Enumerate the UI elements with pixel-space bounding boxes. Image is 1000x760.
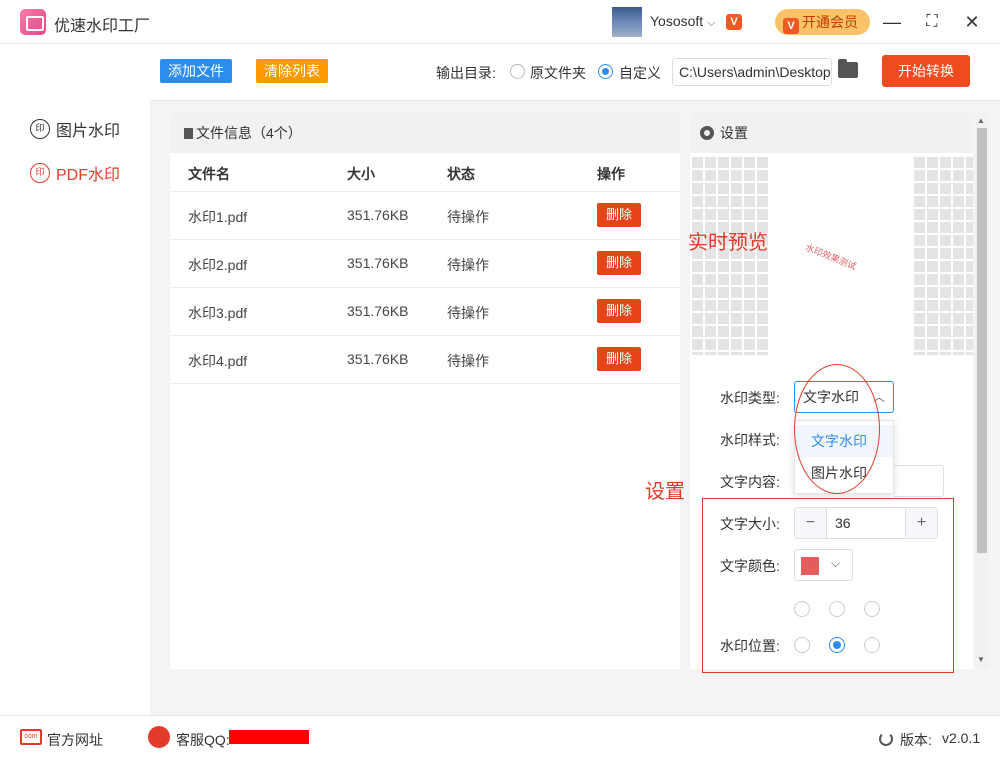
annotation-preview: 实时预览: [688, 232, 768, 254]
vip-badge-icon: V: [726, 14, 742, 30]
clear-list-button[interactable]: 清除列表: [256, 59, 328, 83]
vip-label: 开通会员: [802, 14, 858, 30]
image-watermark-icon: 印: [30, 119, 50, 139]
preview-background-right: [912, 155, 973, 355]
option-custom-label[interactable]: 自定义: [619, 63, 661, 83]
file-panel: [170, 113, 680, 669]
close-button[interactable]: ✕: [960, 10, 984, 34]
annotation-settings: 设置: [645, 481, 685, 503]
version-label: 版本:: [900, 732, 932, 748]
text-content-label: 文字内容:: [720, 474, 780, 490]
column-header-action: 操作: [597, 166, 625, 182]
divider: [170, 335, 680, 336]
file-size: 351.76KB: [347, 303, 409, 319]
refresh-icon[interactable]: [879, 732, 893, 746]
file-panel-header: 文件信息（4个）: [170, 113, 680, 153]
avatar[interactable]: [612, 7, 642, 37]
settings-header: 设置: [690, 113, 973, 153]
option-original-label[interactable]: 原文件夹: [530, 63, 586, 83]
document-icon: [184, 128, 193, 139]
annotation-ellipse: [794, 364, 880, 494]
column-header-size: 大小: [347, 166, 375, 182]
vip-icon: V: [783, 18, 799, 34]
sidebar-item-label: 图片水印: [56, 123, 121, 140]
file-name: 水印2.pdf: [188, 257, 248, 273]
file-status: 待操作: [447, 257, 489, 273]
output-dir-label: 输出目录:: [436, 65, 496, 81]
settings-title: 设置: [720, 125, 748, 141]
delete-button[interactable]: 删除: [597, 203, 641, 227]
website-icon[interactable]: com: [20, 729, 42, 745]
divider: [170, 287, 680, 288]
watermark-type-label: 水印类型:: [720, 390, 780, 406]
redacted-qq-number: [229, 730, 309, 744]
preview-background-left: [690, 155, 768, 355]
radio-original-folder[interactable]: [510, 64, 525, 79]
annotation-box: [702, 498, 954, 673]
vip-button[interactable]: V 开通会员: [775, 9, 870, 35]
username-label: Yososoft: [650, 13, 704, 29]
sidebar-item-pdf-watermark[interactable]: 印 PDF水印: [30, 161, 120, 185]
column-header-status: 状态: [447, 166, 475, 182]
scrollbar-thumb[interactable]: [977, 128, 987, 553]
file-size: 351.76KB: [347, 207, 409, 223]
scroll-up-icon[interactable]: ▲: [977, 116, 985, 125]
delete-button[interactable]: 删除: [597, 347, 641, 371]
radio-custom-folder[interactable]: [598, 64, 613, 79]
website-link[interactable]: 官方网址: [47, 730, 103, 750]
divider: [170, 191, 680, 192]
gear-icon: [700, 126, 714, 140]
text-content-input[interactable]: [894, 465, 944, 497]
file-panel-title: 文件信息（4个）: [196, 125, 302, 141]
divider: [170, 239, 680, 240]
file-name: 水印1.pdf: [188, 209, 248, 225]
maximize-button[interactable]: ⛶: [920, 10, 944, 34]
column-header-name: 文件名: [188, 166, 230, 182]
username-menu[interactable]: Yososoft ⌵: [650, 13, 715, 30]
minimize-button[interactable]: —: [880, 10, 904, 34]
start-convert-button[interactable]: 开始转换: [882, 55, 970, 87]
file-name: 水印4.pdf: [188, 353, 248, 369]
add-files-button[interactable]: 添加文件: [160, 59, 232, 83]
pdf-watermark-icon: 印: [30, 163, 50, 183]
qq-label: 客服QQ:: [176, 732, 230, 748]
customer-service-icon: [148, 726, 170, 748]
divider: [170, 383, 680, 384]
sidebar-item-image-watermark[interactable]: 印图片水印: [30, 117, 120, 141]
chevron-down-icon: ⌵: [707, 17, 716, 29]
file-status: 待操作: [447, 305, 489, 321]
version-value: v2.0.1: [942, 730, 981, 746]
app-title: 优速水印工厂: [54, 18, 151, 35]
file-name: 水印3.pdf: [188, 305, 248, 321]
delete-button[interactable]: 删除: [597, 299, 641, 323]
file-size: 351.76KB: [347, 255, 409, 271]
app-logo-icon: [20, 9, 46, 35]
output-path-input[interactable]: C:\Users\admin\Desktop: [672, 58, 832, 86]
watermark-style-label: 水印样式:: [720, 432, 780, 448]
scroll-down-icon[interactable]: ▼: [977, 655, 985, 664]
delete-button[interactable]: 删除: [597, 251, 641, 275]
folder-icon[interactable]: [838, 59, 858, 78]
file-status: 待操作: [447, 209, 489, 225]
sidebar-item-label: PDF水印: [56, 167, 121, 184]
file-size: 351.76KB: [347, 351, 409, 367]
file-status: 待操作: [447, 353, 489, 369]
sidebar: [0, 45, 150, 715]
